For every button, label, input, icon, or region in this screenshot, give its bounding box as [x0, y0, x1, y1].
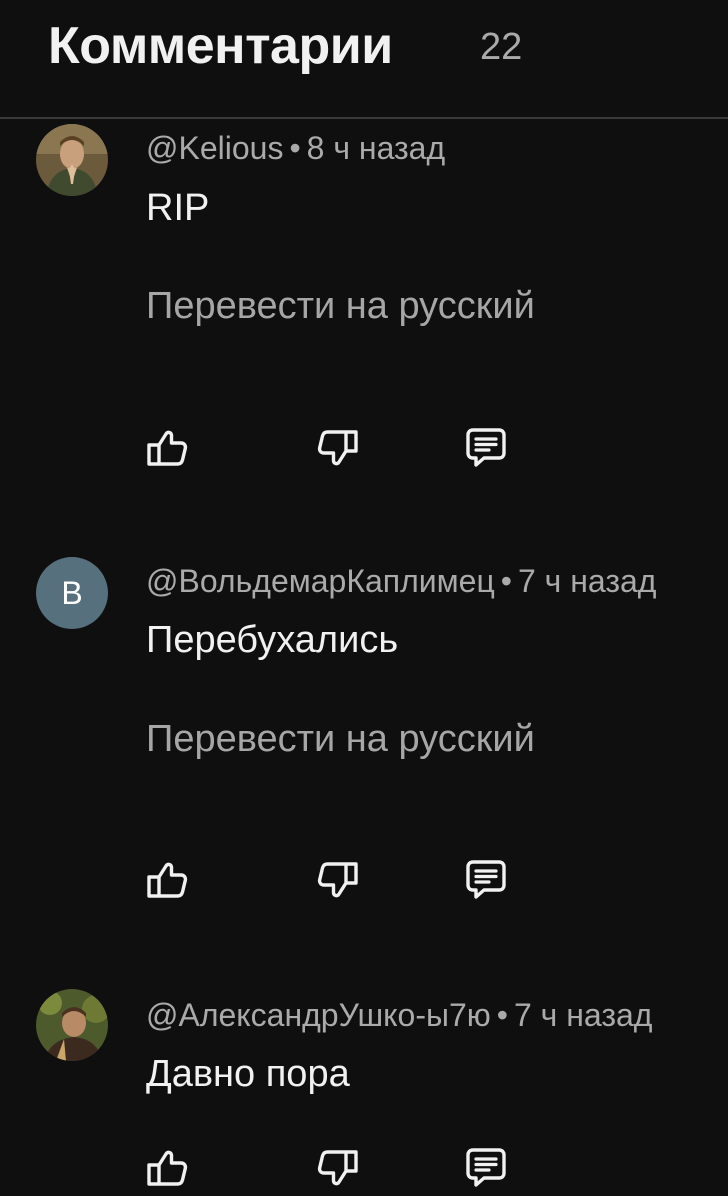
- comment-meta: @АлександрУшко-ы7ю • 7 ч назад: [146, 995, 652, 1035]
- like-button[interactable]: [140, 852, 196, 908]
- dislike-button[interactable]: [309, 420, 365, 476]
- comment-meta: @Kelious • 8 ч назад: [146, 128, 445, 168]
- thumbs-down-icon: [313, 1144, 361, 1192]
- thumbs-up-icon: [144, 1144, 192, 1192]
- translate-button[interactable]: Перевести на русский: [146, 716, 535, 762]
- comment-time[interactable]: 8 ч назад: [307, 130, 446, 166]
- avatar[interactable]: [36, 989, 108, 1061]
- reply-comment-icon: [462, 1144, 510, 1192]
- comment-time[interactable]: 7 ч назад: [518, 563, 657, 599]
- reply-comment-icon: [462, 424, 510, 472]
- comment-text: Давно пора: [146, 1053, 350, 1095]
- comments-count: 22: [480, 26, 523, 68]
- meta-separator: •: [496, 997, 508, 1033]
- comment-author[interactable]: @ВольдемарКаплимец: [146, 563, 495, 599]
- comments-header: Комментарии 22: [0, 0, 728, 119]
- reply-button[interactable]: [458, 852, 514, 908]
- reply-comment-icon: [462, 856, 510, 904]
- thumbs-down-icon: [313, 856, 361, 904]
- comment-time[interactable]: 7 ч назад: [514, 997, 653, 1033]
- comment-author[interactable]: @АлександрУшко-ы7ю: [146, 997, 491, 1033]
- reply-button[interactable]: [458, 1140, 514, 1196]
- like-button[interactable]: [140, 1140, 196, 1196]
- comment-author[interactable]: @Kelious: [146, 130, 283, 166]
- reply-button[interactable]: [458, 420, 514, 476]
- avatar[interactable]: В: [36, 557, 108, 629]
- thumbs-up-icon: [144, 424, 192, 472]
- comment-text: Перебухались: [146, 619, 399, 661]
- meta-separator: •: [289, 130, 301, 166]
- comments-title: Комментарии: [48, 17, 393, 75]
- dislike-button[interactable]: [309, 852, 365, 908]
- dislike-button[interactable]: [309, 1140, 365, 1196]
- comment-meta: @ВольдемарКаплимец • 7 ч назад: [146, 561, 656, 601]
- meta-separator: •: [500, 563, 512, 599]
- avatar[interactable]: [36, 124, 108, 196]
- comment-text: RIP: [146, 187, 210, 229]
- like-button[interactable]: [140, 420, 196, 476]
- thumbs-down-icon: [313, 424, 361, 472]
- translate-button[interactable]: Перевести на русский: [146, 283, 535, 329]
- thumbs-up-icon: [144, 856, 192, 904]
